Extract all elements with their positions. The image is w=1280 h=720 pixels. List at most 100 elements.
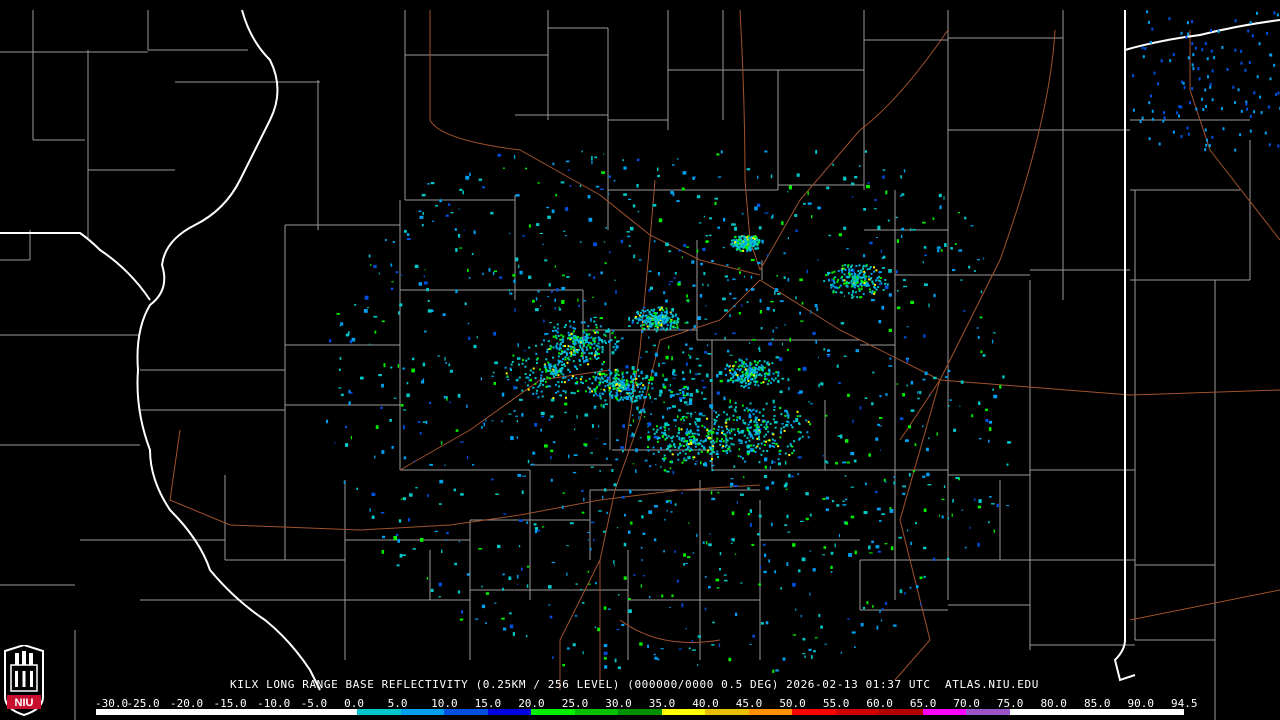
echo-cluster-cell [646, 309, 649, 312]
echo-speckle [727, 349, 730, 353]
echo-cluster-cell [559, 338, 562, 341]
echo-speckle [1201, 97, 1203, 101]
echo-cluster-cell [684, 452, 687, 455]
echo-cluster-cell [762, 420, 765, 423]
echo-speckle [639, 357, 642, 359]
echo-speckle [784, 524, 788, 526]
echo-cluster-cell [672, 435, 675, 438]
echo-speckle [696, 533, 698, 537]
echo-cluster-cell [748, 439, 751, 442]
echo-speckle [349, 391, 353, 394]
echo-speckle [1211, 69, 1214, 73]
echo-cluster-cell [775, 443, 778, 446]
echo-cluster-cell [675, 313, 678, 316]
echo-speckle [548, 604, 551, 606]
echo-cluster-cell [593, 320, 596, 323]
echo-cluster-cell [621, 380, 624, 383]
echo-speckle [1163, 116, 1166, 120]
echo-speckle [749, 509, 752, 513]
echo-speckle [614, 658, 617, 663]
echo-speckle [350, 435, 352, 440]
echo-speckle [541, 415, 545, 418]
echo-cluster-cell [767, 420, 770, 423]
echo-speckle [900, 175, 902, 179]
echo-cluster-cell [757, 433, 760, 436]
echo-speckle [922, 378, 926, 381]
echo-cluster-cell [706, 429, 709, 432]
echo-cluster-cell [568, 358, 571, 361]
echo-speckle [633, 374, 636, 378]
echo-cluster-cell [561, 339, 564, 342]
echo-speckle [526, 521, 529, 524]
echo-speckle [1205, 104, 1207, 108]
echo-speckle [1256, 75, 1259, 79]
echo-speckle [800, 320, 804, 322]
echo-speckle [521, 567, 523, 571]
echo-speckle [979, 437, 982, 440]
echo-cluster-cell [749, 371, 751, 374]
echo-cluster-cell [871, 280, 874, 283]
echo-speckle [671, 308, 674, 312]
echo-cluster-cell [570, 332, 573, 335]
echo-cluster-cell [547, 340, 550, 343]
echo-cluster-cell [742, 249, 745, 252]
echo-speckle [642, 307, 646, 309]
echo-speckle [683, 401, 688, 404]
echo-speckle [750, 258, 755, 262]
echo-speckle [732, 278, 736, 281]
echo-cluster-cell [590, 336, 593, 339]
echo-cluster-cell [546, 351, 549, 353]
echo-speckle [564, 411, 567, 414]
echo-speckle [427, 299, 430, 302]
echo-speckle [543, 319, 545, 323]
echo-speckle [1204, 88, 1207, 92]
echo-cluster-cell [720, 440, 723, 443]
echo-cluster-cell [687, 430, 690, 433]
echo-speckle [560, 181, 565, 184]
echo-cluster-cell [678, 437, 681, 440]
echo-cluster-cell [850, 272, 853, 275]
echo-speckle [883, 255, 886, 259]
echo-speckle [558, 306, 560, 308]
echo-speckle [880, 249, 882, 253]
echo-cluster-cell [529, 374, 531, 376]
echo-cluster-cell [689, 423, 692, 425]
echo-cluster-cell [536, 357, 539, 360]
echo-cluster-cell [844, 269, 847, 271]
echo-cluster-cell [766, 450, 769, 452]
echo-cluster-cell [565, 396, 567, 399]
echo-cluster-cell [552, 356, 555, 359]
echo-speckle [854, 176, 858, 179]
echo-speckle [680, 399, 683, 402]
echo-speckle [572, 643, 576, 647]
echo-cluster-cell [611, 332, 614, 335]
echo-speckle [1275, 93, 1278, 97]
echo-speckle [611, 351, 615, 355]
echo-cluster-cell [710, 440, 713, 443]
echo-speckle [509, 232, 511, 235]
echo-speckle [877, 423, 880, 426]
echo-speckle [788, 185, 792, 190]
echo-cluster-cell [652, 446, 655, 449]
echo-speckle [537, 290, 540, 293]
echo-speckle [835, 461, 838, 465]
echo-speckle [688, 354, 690, 356]
echo-cluster-cell [688, 436, 691, 439]
echo-cluster-cell [562, 377, 565, 380]
echo-cluster-cell [602, 381, 604, 384]
echo-speckle [729, 399, 731, 404]
echo-cluster-cell [663, 318, 666, 321]
echo-speckle [905, 439, 909, 442]
echo-cluster-cell [734, 235, 737, 238]
echo-speckle [812, 568, 816, 572]
echo-speckle [663, 401, 665, 403]
echo-cluster-cell [665, 436, 668, 439]
echo-speckle [806, 269, 808, 274]
echo-speckle [645, 351, 648, 353]
echo-speckle [729, 314, 731, 317]
echo-cluster-cell [736, 374, 739, 377]
echo-speckle [991, 503, 995, 505]
echo-speckle [733, 305, 736, 307]
echo-speckle [971, 414, 974, 418]
echo-cluster-cell [783, 429, 786, 432]
